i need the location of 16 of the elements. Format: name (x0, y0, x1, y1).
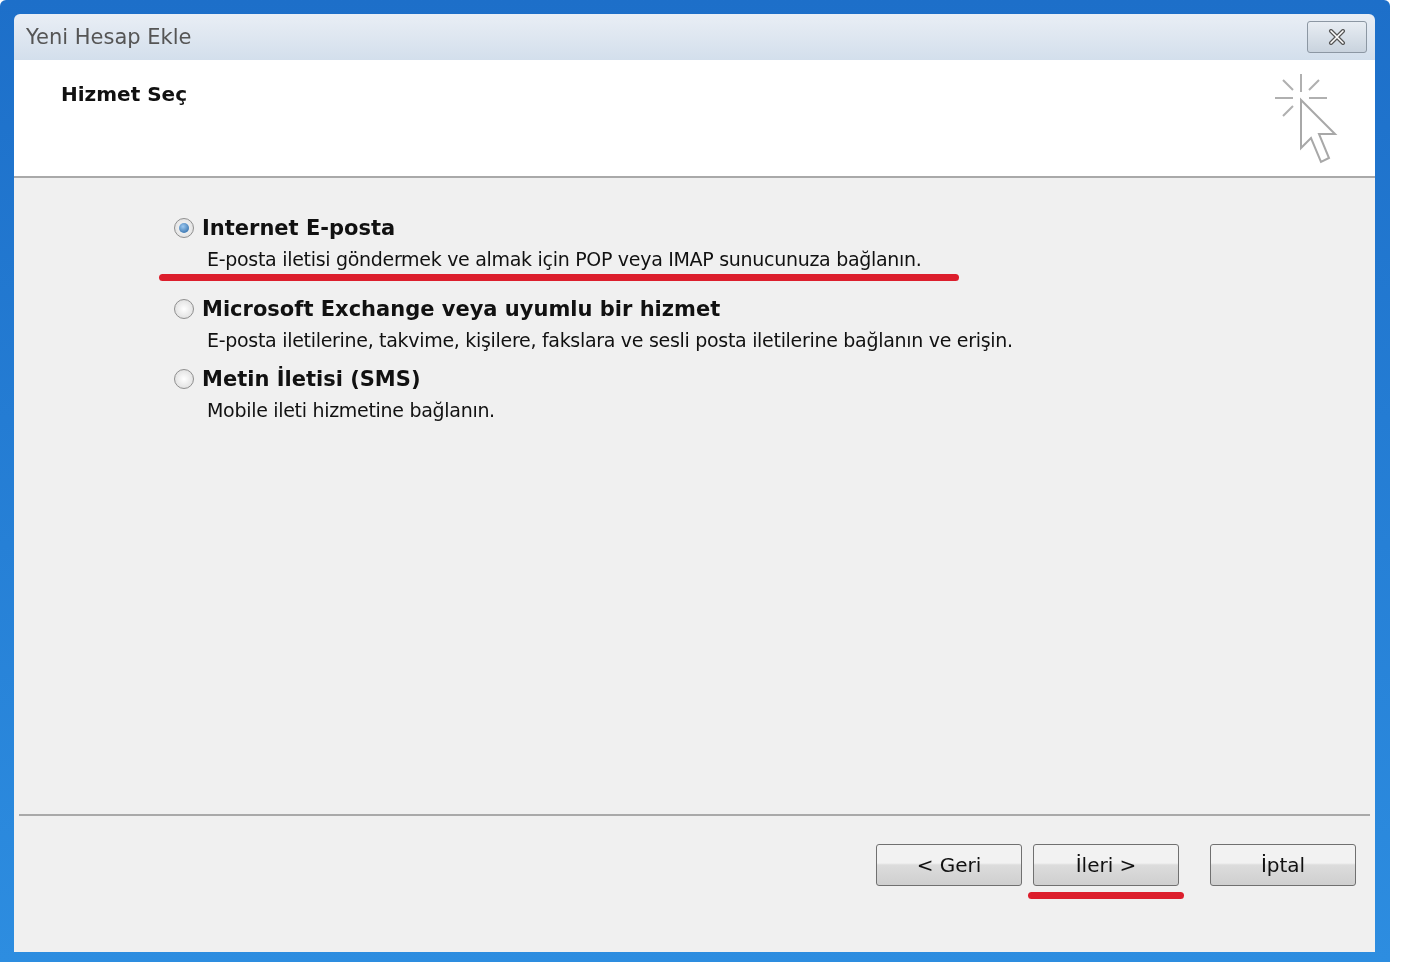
dialog-button[interactable]: İleri > (1033, 844, 1179, 886)
radio-button[interactable] (174, 218, 194, 238)
window-title: Yeni Hesap Ekle (26, 25, 192, 49)
close-icon (1326, 29, 1348, 45)
option-description: Mobile ileti hizmetine bağlanın. (207, 399, 495, 421)
dialog-button[interactable]: < Geri (876, 844, 1022, 886)
dialog-button[interactable]: İptal (1210, 844, 1356, 886)
option-label[interactable]: Microsoft Exchange veya uyumlu bir hizmet (202, 297, 721, 321)
option-label[interactable]: Metin İletisi (SMS) (202, 367, 421, 391)
option-description: E-posta iletilerine, takvime, kişilere, fakslara ve sesli posta iletilerine bağlanın ve erişin. (207, 329, 1013, 351)
option-label[interactable]: Internet E-posta (202, 216, 396, 240)
radio-button[interactable] (174, 299, 194, 319)
close-button[interactable] (1307, 21, 1367, 53)
option-description: E-posta iletisi göndermek ve almak için POP veya IMAP sunucunuza bağlanın. (207, 248, 922, 270)
radio-button[interactable] (174, 369, 194, 389)
page-heading: Hizmet Seç (61, 82, 187, 108)
